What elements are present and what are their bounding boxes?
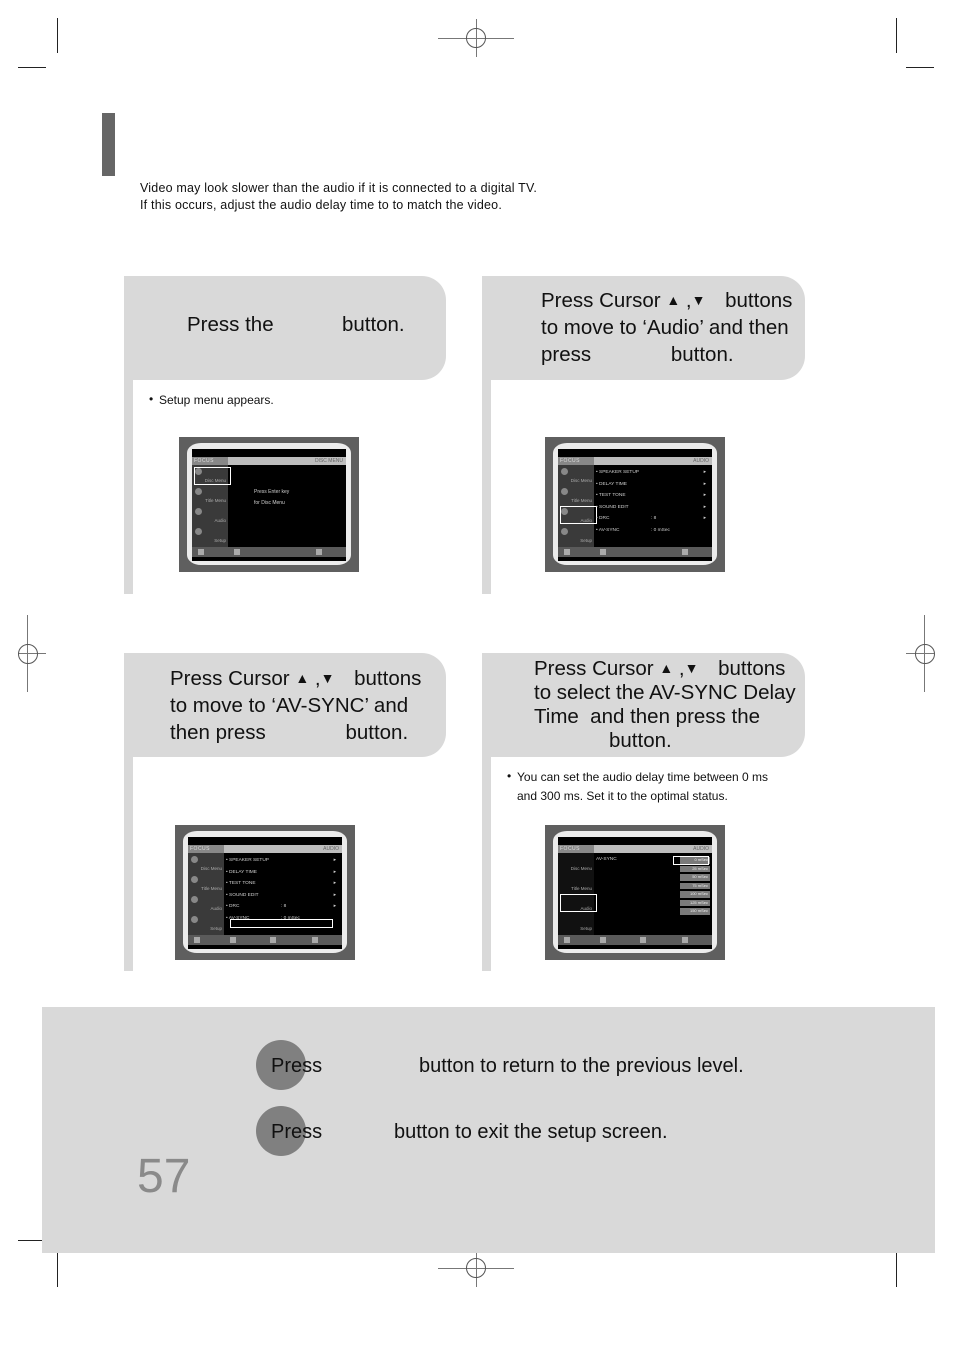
step-1-note: • Setup menu appears. (149, 392, 274, 407)
step-1-instruction: Press the button. (124, 276, 446, 380)
cursor-up-icon: ▲ (666, 292, 681, 308)
selection-highlight (560, 894, 597, 912)
option-highlight (673, 855, 709, 865)
exit-press-label: Press (271, 1121, 323, 1143)
cursor-down-icon: ▼ (684, 660, 699, 676)
selection-highlight (230, 919, 333, 928)
step-1-text: Press the button. (187, 313, 405, 336)
cursor-down-icon: ▼ (691, 292, 706, 308)
bullet: • (149, 392, 154, 406)
intro-line-1: Video may look slower than the audio if … (140, 181, 538, 195)
step-2-instruction: Press Cursor ▲ ,▼ buttons to move to ‘Au… (482, 276, 805, 380)
crop-mark (906, 67, 934, 68)
tv-screenshot-avsync-options: FOCUS AUDIO Disc Menu Title Menu Audio Se… (545, 825, 725, 960)
cursor-down-icon: ▼ (320, 670, 335, 686)
crop-mark (57, 1250, 58, 1287)
step-3-instruction: Press Cursor ▲ ,▼ buttons to move to ‘AV… (124, 653, 446, 757)
cursor-up-icon: ▲ (295, 670, 310, 686)
bullet: • (507, 769, 512, 783)
bottom-info-panel: Press button to return to the previous l… (42, 1007, 935, 1253)
tv-screenshot-setup-menu: FOCUS DISC MENU Disc Menu Title Menu Audi… (179, 437, 359, 572)
crop-mark (18, 67, 46, 68)
return-instruction: button to return to the previous level. (419, 1055, 744, 1077)
crop-mark (896, 1250, 897, 1287)
page-number: 57 (137, 1150, 191, 1203)
crop-mark (57, 18, 58, 53)
cursor-up-icon: ▲ (659, 660, 674, 676)
step-4-instruction: Press Cursor ▲ ,▼ buttons to select the … (482, 653, 805, 757)
step-4-note: • You can set the audio delay time betwe… (507, 769, 769, 803)
intro-text: Video may look slower than the audio if … (140, 180, 537, 214)
exit-instruction: button to exit the setup screen. (394, 1121, 668, 1143)
intro-line-2: If this occurs, adjust the audio delay t… (140, 198, 502, 212)
crop-mark (896, 18, 897, 53)
selection-highlight (560, 506, 597, 524)
tv-screenshot-audio-menu: FOCUS AUDIO Disc Menu Title Menu Audio Se… (545, 437, 725, 572)
section-title-bar (102, 113, 115, 176)
tv-screenshot-avsync-selected: FOCUS AUDIO Disc Menu Title Menu Audio Se… (175, 825, 355, 960)
selection-highlight (194, 467, 231, 485)
return-press-label: Press (271, 1055, 323, 1077)
